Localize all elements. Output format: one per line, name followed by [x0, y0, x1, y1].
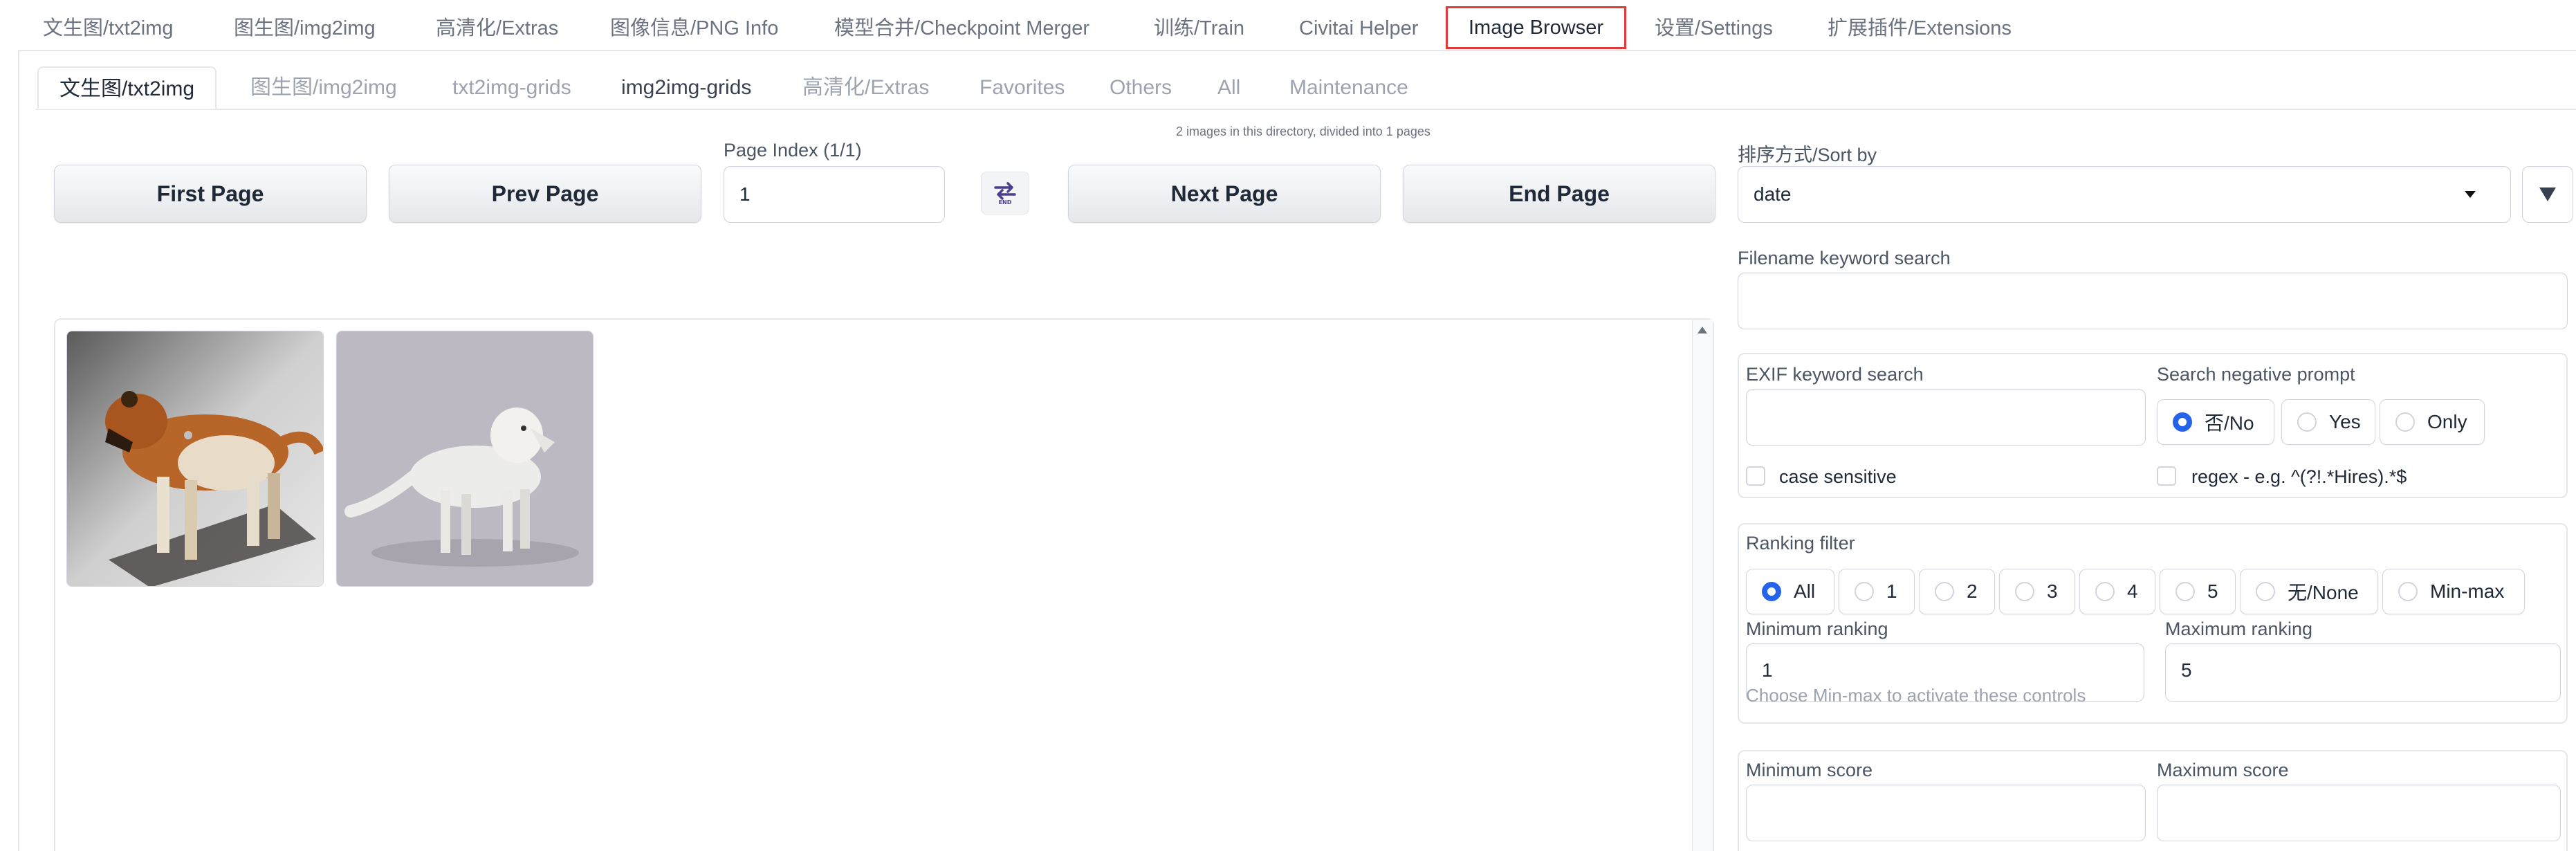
swap-end-icon: END	[994, 182, 1016, 205]
radio-icon	[2256, 582, 2275, 601]
radio-icon	[1855, 582, 1874, 601]
first-page-button[interactable]: First Page	[54, 165, 367, 223]
sort-direction-icon	[2539, 187, 2556, 201]
filename-search-label: Filename keyword search	[1738, 248, 1951, 268]
filename-search-input[interactable]	[1738, 273, 2568, 329]
sort-by-value: date	[1754, 183, 1792, 205]
sort-by-label: 排序方式/Sort by	[1738, 145, 1877, 165]
case-sensitive-label: case sensitive	[1779, 466, 1897, 487]
radio-icon	[2015, 582, 2034, 601]
max-ranking-label: Maximum ranking	[2165, 619, 2313, 639]
top-tab-txt2img[interactable]: 文生图/txt2img	[43, 7, 174, 50]
sort-direction-button[interactable]	[2522, 166, 2573, 223]
top-tab-settings[interactable]: 设置/Settings	[1655, 7, 1773, 50]
ranking-option-1[interactable]: 1	[1839, 569, 1915, 614]
negative-prompt-option-no-label: 否/No	[2205, 412, 2254, 434]
top-tab-image-browser[interactable]: Image Browser	[1446, 6, 1627, 49]
top-tab-checkpoint-merger[interactable]: 模型合并/Checkpoint Merger	[834, 7, 1089, 50]
ranking-option-3[interactable]: 3	[1999, 569, 2075, 614]
radio-icon	[2297, 412, 2317, 432]
ranking-option-all[interactable]: All	[1746, 569, 1834, 614]
negative-prompt-option-yes-label: Yes	[2329, 411, 2361, 432]
next-page-button[interactable]: Next Page	[1068, 165, 1381, 223]
ranking-option-all-label: All	[1794, 580, 1816, 602]
radio-icon	[2175, 582, 2195, 601]
min-ranking-value: 1	[1762, 659, 1773, 681]
image-thumbnail-1[interactable]	[66, 331, 324, 587]
sub-tab-divider	[36, 109, 2576, 110]
radio-icon	[2395, 412, 2415, 432]
negative-prompt-option-yes[interactable]: Yes	[2281, 399, 2375, 445]
end-page-button[interactable]: End Page	[1403, 165, 1715, 223]
top-tab-extensions[interactable]: 扩展插件/Extensions	[1828, 7, 2012, 50]
ranking-filter-label: Ranking filter	[1746, 533, 1855, 553]
min-score-input[interactable]	[1746, 785, 2146, 841]
svg-text:END: END	[999, 199, 1012, 205]
radio-icon	[2095, 582, 2115, 601]
ranking-option-1-label: 1	[1886, 580, 1897, 602]
min-score-label: Minimum score	[1746, 760, 1873, 780]
radio-selected-icon	[1762, 582, 1781, 601]
case-sensitive-checkbox[interactable]	[1746, 466, 1765, 486]
sub-tab-extras[interactable]: 高清化/Extras	[802, 66, 929, 109]
top-tab-train[interactable]: 训练/Train	[1154, 7, 1244, 50]
negative-prompt-label: Search negative prompt	[2157, 364, 2355, 385]
max-score-label: Maximum score	[2157, 760, 2289, 780]
ranking-option-none-label: 无/None	[2288, 582, 2359, 603]
page-index-input[interactable]: 1	[724, 166, 945, 223]
swap-end-button[interactable]: END	[981, 172, 1029, 214]
image-thumbnail-2[interactable]	[336, 331, 594, 587]
sort-by-dropdown[interactable]: date	[1738, 166, 2511, 223]
gallery-scrollbar[interactable]	[1692, 320, 1713, 851]
negative-prompt-option-no[interactable]: 否/No	[2157, 399, 2274, 445]
sub-tab-favorites[interactable]: Favorites	[979, 66, 1065, 109]
negative-prompt-option-only[interactable]: Only	[2380, 399, 2485, 445]
sub-tab-img2img[interactable]: 图生图/img2img	[250, 66, 397, 109]
top-tab-extras[interactable]: 高清化/Extras	[436, 7, 558, 50]
ranking-option-min-max[interactable]: Min-max	[2382, 569, 2525, 614]
ranking-option-2[interactable]: 2	[1919, 569, 1995, 614]
scroll-up-arrow-icon[interactable]	[1698, 327, 1707, 333]
top-tab-png-info[interactable]: 图像信息/PNG Info	[610, 7, 778, 50]
ranking-option-4[interactable]: 4	[2079, 569, 2155, 614]
sub-tab-others[interactable]: Others	[1110, 66, 1172, 109]
regex-label: regex - e.g. ^(?!.*Hires).*$	[2191, 466, 2407, 487]
max-ranking-value: 5	[2181, 659, 2192, 681]
negative-prompt-option-only-label: Only	[2427, 411, 2467, 432]
ranking-option-none[interactable]: 无/None	[2240, 569, 2378, 614]
ranking-option-4-label: 4	[2127, 580, 2138, 602]
ranking-option-min-max-label: Min-max	[2430, 580, 2505, 602]
directory-info: 2 images in this directory, divided into…	[1176, 125, 1430, 138]
page-index-value: 1	[739, 183, 751, 205]
exif-search-label: EXIF keyword search	[1746, 364, 1924, 385]
radio-selected-icon	[2173, 412, 2192, 432]
sub-tab-maintenance[interactable]: Maintenance	[1289, 66, 1408, 109]
ranking-option-2-label: 2	[1967, 580, 1978, 602]
max-ranking-input[interactable]: 5	[2165, 643, 2561, 702]
dropdown-caret-icon	[2465, 191, 2476, 198]
sub-tab-img2img-grids[interactable]: img2img-grids	[621, 66, 751, 109]
radio-icon	[2398, 582, 2418, 601]
exif-search-input[interactable]	[1746, 389, 2146, 446]
dog-image-white	[337, 331, 593, 586]
top-tab-img2img[interactable]: 图生图/img2img	[234, 7, 376, 50]
radio-icon	[1935, 582, 1954, 601]
max-score-input[interactable]	[2157, 785, 2561, 841]
page-index-label: Page Index (1/1)	[724, 140, 862, 161]
dog-image-brown	[67, 331, 323, 586]
min-ranking-label: Minimum ranking	[1746, 619, 1888, 639]
regex-checkbox[interactable]	[2157, 466, 2176, 486]
min-max-hint: Choose Min-max to activate these control…	[1746, 685, 2086, 706]
sub-tab-all[interactable]: All	[1217, 66, 1240, 109]
ranking-option-5-label: 5	[2207, 580, 2218, 602]
top-tab-civitai-helper[interactable]: Civitai Helper	[1299, 7, 1418, 50]
ranking-option-5[interactable]: 5	[2160, 569, 2236, 614]
sub-tab-txt2img[interactable]: 文生图/txt2img	[37, 66, 217, 109]
sub-tab-txt2img-grids[interactable]: txt2img-grids	[452, 66, 571, 109]
prev-page-button[interactable]: Prev Page	[389, 165, 701, 223]
ranking-option-3-label: 3	[2047, 580, 2058, 602]
